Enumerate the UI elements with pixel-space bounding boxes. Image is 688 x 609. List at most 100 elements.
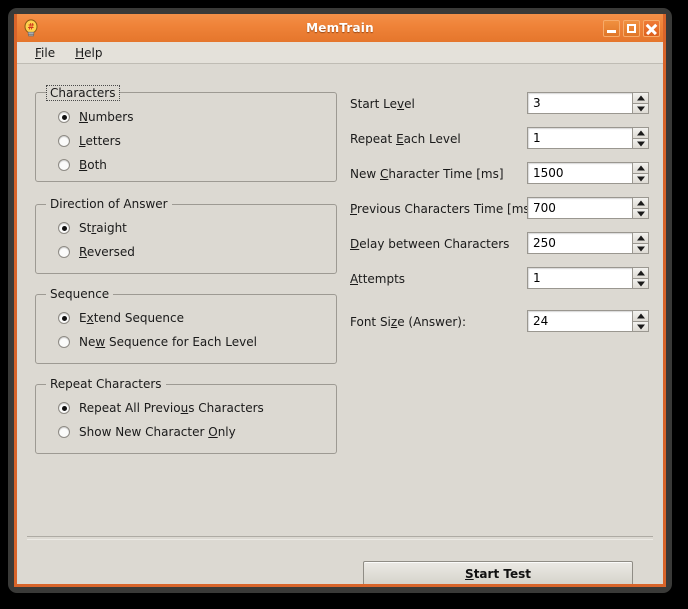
spinner-attempts-down[interactable]	[632, 278, 649, 289]
radio-straight-indicator	[58, 222, 70, 234]
chevron-down-icon	[636, 141, 645, 146]
spinner-previous-characters-time-up[interactable]	[632, 197, 649, 208]
spinner-attempts[interactable]: 1	[527, 267, 649, 289]
window-controls	[603, 19, 660, 37]
spinner-start-level[interactable]: 3	[527, 92, 649, 114]
spinner-previous-characters-time-input[interactable]: 700	[527, 197, 632, 219]
spinner-attempts-up[interactable]	[632, 267, 649, 278]
svg-text:#: #	[27, 23, 34, 33]
spinner-repeat-each-level-down[interactable]	[632, 138, 649, 149]
radio-both-indicator	[58, 159, 70, 171]
radio-new-sequence-indicator	[58, 336, 70, 348]
radio-numbers-label: Numbers	[79, 110, 134, 124]
spinner-font-size-answer-down[interactable]	[632, 321, 649, 332]
radio-reversed[interactable]: Reversed	[58, 245, 135, 259]
chevron-up-icon	[636, 165, 645, 171]
group-sequence: Sequence Extend Sequence New Sequence fo…	[35, 287, 337, 364]
group-repeat-characters-legend: Repeat Characters	[46, 377, 166, 391]
close-button[interactable]	[643, 19, 660, 37]
spinner-start-level-down[interactable]	[632, 103, 649, 114]
chevron-up-icon	[636, 313, 645, 319]
radio-numbers[interactable]: Numbers	[58, 110, 133, 124]
spinner-repeat-each-level-buttons	[632, 127, 649, 149]
menu-item-file[interactable]: File	[25, 44, 65, 62]
radio-reversed-label: Reversed	[79, 245, 135, 259]
spinner-font-size-answer[interactable]: 24	[527, 310, 649, 332]
group-sequence-legend: Sequence	[46, 287, 114, 301]
radio-new-sequence[interactable]: New Sequence for Each Level	[58, 335, 257, 349]
radio-show-new-only[interactable]: Show New Character Only	[58, 425, 236, 439]
spinner-repeat-each-level-input[interactable]: 1	[527, 127, 632, 149]
radio-extend-sequence-label: Extend Sequence	[79, 311, 185, 325]
title-bar[interactable]: # MemTrain	[17, 14, 663, 42]
spinner-repeat-each-level[interactable]: 1	[527, 127, 649, 149]
radio-letters-indicator	[58, 135, 70, 147]
chevron-down-icon	[636, 176, 645, 181]
radio-repeat-all-previous-indicator	[58, 402, 70, 414]
radio-new-sequence-label: New Sequence for Each Level	[79, 335, 257, 349]
label-delay-between-characters: Delay between Characters	[350, 237, 510, 251]
spinner-previous-characters-time[interactable]: 700	[527, 197, 649, 219]
chevron-up-icon	[636, 130, 645, 136]
start-test-button-label: Start Test	[465, 566, 531, 581]
group-direction-of-answer: Direction of Answer Straight Reversed	[35, 197, 337, 274]
label-repeat-each-level: Repeat Each Level	[350, 132, 461, 146]
bottom-separator	[27, 536, 653, 540]
radio-straight-label: Straight	[79, 221, 127, 235]
spinner-attempts-input[interactable]: 1	[527, 267, 632, 289]
spinner-delay-between-characters-input[interactable]: 250	[527, 232, 632, 254]
label-new-character-time: New Character Time [ms]	[350, 167, 504, 181]
chevron-down-icon	[636, 246, 645, 251]
minimize-icon	[607, 29, 616, 33]
chevron-up-icon	[636, 235, 645, 241]
radio-show-new-only-label: Show New Character Only	[79, 425, 236, 439]
spinner-previous-characters-time-buttons	[632, 197, 649, 219]
radio-reversed-indicator	[58, 246, 70, 258]
radio-letters-label: Letters	[79, 134, 121, 148]
spinner-repeat-each-level-up[interactable]	[632, 127, 649, 138]
spinner-delay-between-characters-up[interactable]	[632, 232, 649, 243]
spinner-start-level-up[interactable]	[632, 92, 649, 103]
label-font-size-answer: Font Size (Answer):	[350, 315, 467, 329]
spinner-font-size-answer-up[interactable]	[632, 310, 649, 321]
group-direction-of-answer-legend: Direction of Answer	[46, 197, 172, 211]
spinner-delay-between-characters-buttons	[632, 232, 649, 254]
radio-repeat-all-previous[interactable]: Repeat All Previous Characters	[58, 401, 264, 415]
spinner-new-character-time-up[interactable]	[632, 162, 649, 173]
radio-letters[interactable]: Letters	[58, 134, 121, 148]
menu-bar: File Help	[17, 42, 663, 64]
radio-extend-sequence[interactable]: Extend Sequence	[58, 311, 184, 325]
group-repeat-characters: Repeat Characters Repeat All Previous Ch…	[35, 377, 337, 454]
menu-item-help[interactable]: Help	[65, 44, 112, 62]
lightbulb-hash-icon: #	[21, 18, 41, 38]
radio-show-new-only-indicator	[58, 426, 70, 438]
spinner-new-character-time-input[interactable]: 1500	[527, 162, 632, 184]
spinner-previous-characters-time-down[interactable]	[632, 208, 649, 219]
spinner-font-size-answer-input[interactable]: 24	[527, 310, 632, 332]
chevron-down-icon	[636, 281, 645, 286]
start-test-button[interactable]: Start Test	[363, 561, 633, 584]
radio-extend-sequence-indicator	[58, 312, 70, 324]
label-attempts: Attempts	[350, 272, 406, 286]
spinner-new-character-time[interactable]: 1500	[527, 162, 649, 184]
group-characters-legend: Characters	[46, 85, 120, 101]
menu-item-file-rest: ile	[41, 45, 56, 60]
chevron-up-icon	[636, 95, 645, 101]
label-previous-characters-time: Previous Characters Time [ms]	[350, 202, 535, 216]
group-characters: Characters Numbers Letters Both	[35, 85, 337, 182]
chevron-down-icon	[636, 211, 645, 216]
window-title: MemTrain	[306, 21, 374, 35]
radio-both-label: Both	[79, 158, 107, 172]
spinner-delay-between-characters[interactable]: 250	[527, 232, 649, 254]
spinner-delay-between-characters-down[interactable]	[632, 243, 649, 254]
radio-both[interactable]: Both	[58, 158, 107, 172]
chevron-up-icon	[636, 270, 645, 276]
label-start-level: Start Level	[350, 97, 415, 111]
radio-repeat-all-previous-label: Repeat All Previous Characters	[79, 401, 264, 415]
spinner-start-level-buttons	[632, 92, 649, 114]
minimize-button[interactable]	[603, 19, 620, 37]
spinner-start-level-input[interactable]: 3	[527, 92, 632, 114]
radio-straight[interactable]: Straight	[58, 221, 127, 235]
maximize-button[interactable]	[623, 19, 640, 37]
spinner-new-character-time-down[interactable]	[632, 173, 649, 184]
